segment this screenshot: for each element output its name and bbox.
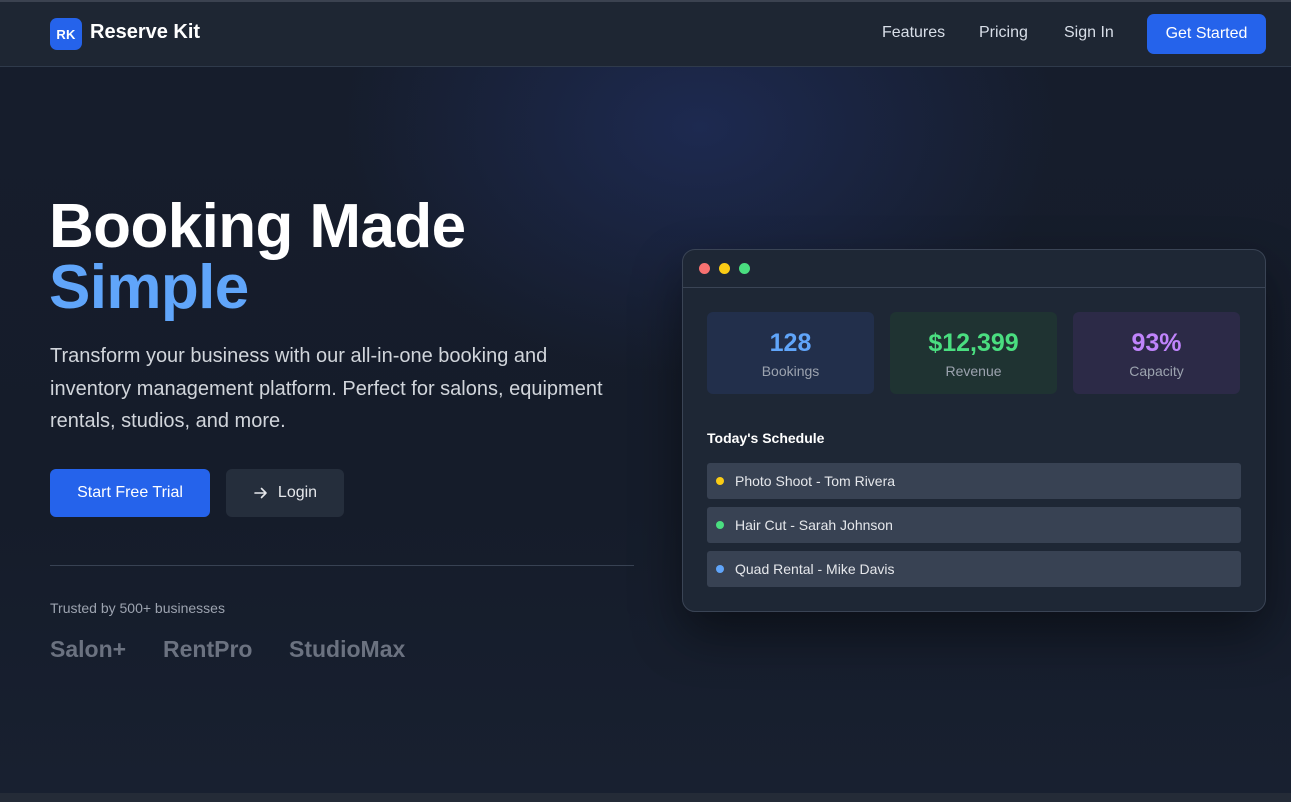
hero-description: Transform your business with our all-in-… bbox=[50, 345, 603, 432]
schedule-item-text: Hair Cut - Sarah Johnson bbox=[735, 517, 893, 533]
nav-link-sign-in[interactable]: Sign In bbox=[1064, 24, 1114, 42]
status-dot-icon bbox=[716, 477, 724, 485]
schedule-item[interactable]: Quad Rental - Mike Davis bbox=[707, 551, 1241, 587]
schedule-item-text: Photo Shoot - Tom Rivera bbox=[735, 473, 896, 489]
client-logo-studiomax: StudioMax bbox=[289, 636, 406, 662]
hero-title-highlight: Simple bbox=[49, 253, 249, 322]
status-dot-icon bbox=[716, 521, 724, 529]
stat-label: Capacity bbox=[1129, 363, 1184, 379]
schedule-item[interactable]: Hair Cut - Sarah Johnson bbox=[707, 507, 1241, 543]
start-free-trial-button[interactable]: Start Free Trial bbox=[50, 469, 210, 517]
schedule-item[interactable]: Photo Shoot - Tom Rivera bbox=[707, 463, 1241, 499]
client-logo-rentpro: RentPro bbox=[163, 636, 253, 662]
stat-label: Bookings bbox=[761, 363, 820, 379]
stat-value: 128 bbox=[769, 329, 812, 357]
window-titlebar bbox=[683, 250, 1265, 288]
login-button-label: Login bbox=[277, 484, 318, 501]
schedule-item-text: Quad Rental - Mike Davis bbox=[735, 561, 895, 577]
maximize-dot-icon bbox=[739, 263, 750, 274]
get-started-button[interactable]: Get Started bbox=[1147, 14, 1266, 54]
minimize-dot-icon bbox=[719, 263, 730, 274]
stat-card-revenue: $12,399 Revenue bbox=[890, 312, 1057, 394]
stat-card-capacity: 93% Capacity bbox=[1073, 312, 1240, 394]
status-dot-icon bbox=[716, 565, 724, 573]
navbar: RK Reserve Kit Features Pricing Sign In … bbox=[0, 2, 1291, 67]
stat-card-bookings: 128 Bookings bbox=[707, 312, 874, 394]
login-button[interactable]: Login bbox=[226, 469, 344, 517]
arrow-right-icon bbox=[253, 485, 269, 501]
nav-link-pricing[interactable]: Pricing bbox=[979, 24, 1028, 42]
client-logo-salon: Salon+ bbox=[50, 636, 127, 662]
brand-name[interactable]: Reserve Kit bbox=[90, 21, 200, 44]
stat-value: $12,399 bbox=[928, 329, 1019, 357]
close-dot-icon bbox=[699, 263, 710, 274]
dashboard-preview: 128 Bookings $12,399 Revenue 93% Capacit… bbox=[682, 249, 1266, 612]
schedule-title: Today's Schedule bbox=[707, 430, 825, 446]
divider bbox=[50, 565, 634, 566]
trusted-by-text: Trusted by 500+ businesses bbox=[50, 600, 225, 616]
stat-value: 93% bbox=[1131, 329, 1182, 357]
logo-badge[interactable]: RK bbox=[50, 18, 82, 50]
nav-link-features[interactable]: Features bbox=[882, 24, 945, 42]
bottom-edge bbox=[0, 793, 1291, 802]
stat-label: Revenue bbox=[945, 363, 1002, 379]
